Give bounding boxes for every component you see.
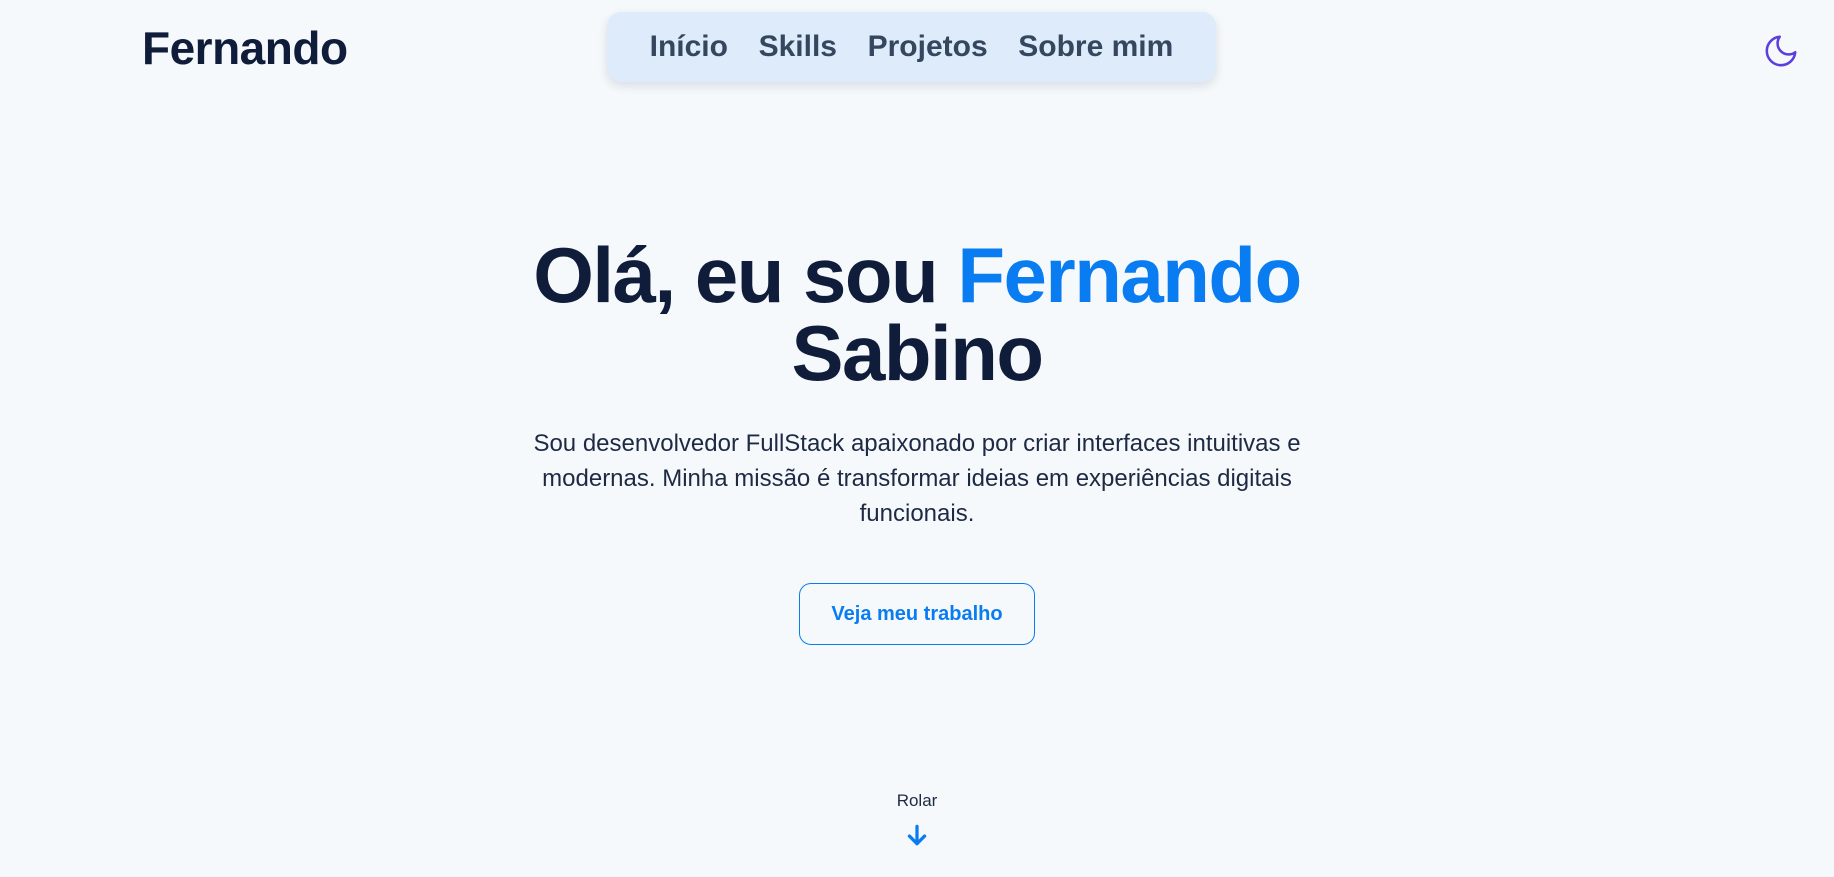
hero-title-prefix: Olá, eu sou <box>533 231 958 319</box>
hero-title: Olá, eu sou Fernando Sabino <box>0 236 1834 392</box>
main-nav: Início Skills Projetos Sobre mim <box>607 12 1216 82</box>
view-work-button[interactable]: Veja meu trabalho <box>799 583 1035 645</box>
nav-item-sobre-mim[interactable]: Sobre mim <box>1018 29 1173 65</box>
scroll-label: Rolar <box>896 791 938 810</box>
page: Fernando Início Skills Projetos Sobre mi… <box>0 0 1834 877</box>
hero-section: Olá, eu sou Fernando Sabino Sou desenvol… <box>0 236 1834 645</box>
hero-title-accent: Fernando <box>957 231 1302 319</box>
nav-item-projetos[interactable]: Projetos <box>868 29 988 65</box>
hero-subtitle: Sou desenvolvedor FullStack apaixonado p… <box>533 430 1301 527</box>
scroll-indicator[interactable]: Rolar <box>0 790 1834 848</box>
arrow-down-icon <box>907 824 927 846</box>
theme-toggle-button[interactable] <box>1760 30 1802 72</box>
moon-icon <box>1765 35 1797 67</box>
nav-item-skills[interactable]: Skills <box>759 29 837 65</box>
nav-item-inicio[interactable]: Início <box>650 29 728 65</box>
hero-title-suffix: Sabino <box>791 309 1044 397</box>
brand-logo[interactable]: Fernando <box>142 20 348 76</box>
